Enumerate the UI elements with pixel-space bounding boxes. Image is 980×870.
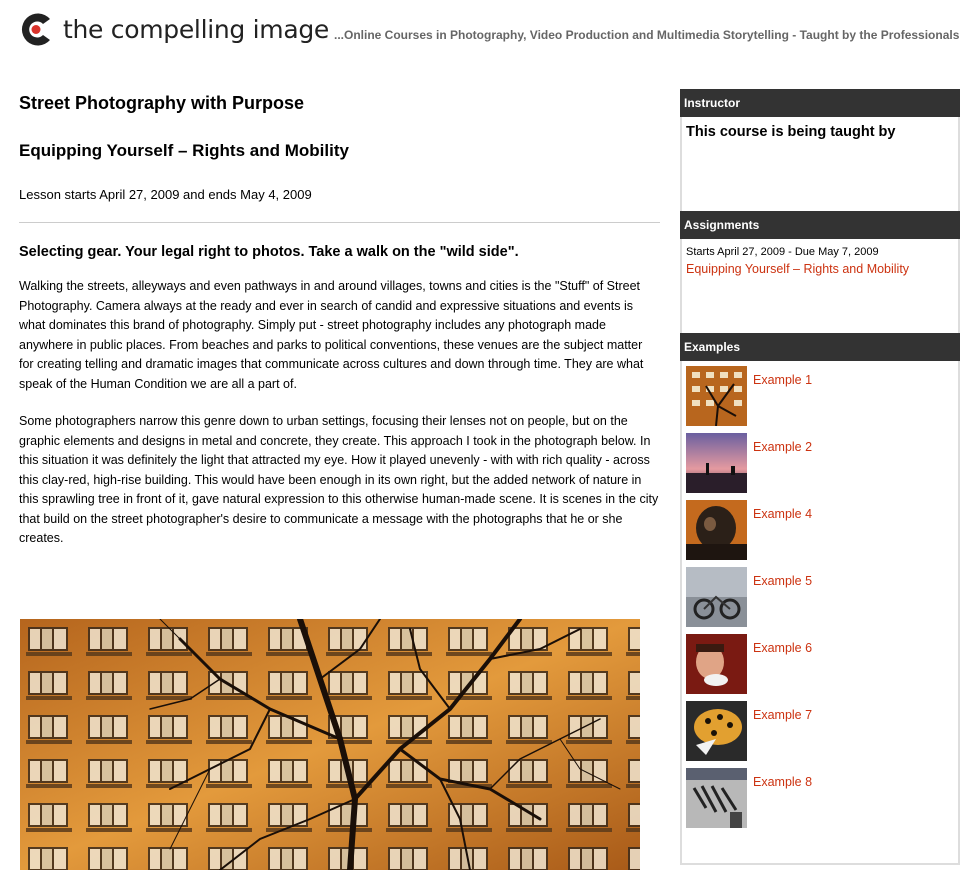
example-thumbnail[interactable] — [686, 366, 747, 426]
examples-panel: Examples Example 1 Example 2 Example 4 E… — [680, 333, 960, 865]
lesson-paragraph: Walking the streets, alleyways and even … — [19, 279, 644, 391]
example-thumbnail[interactable] — [686, 433, 747, 493]
assignments-heading: Assignments — [680, 211, 960, 239]
instructor-text: This course is being taught by — [686, 124, 896, 140]
instructor-panel: Instructor This course is being taught b… — [680, 89, 960, 219]
assignment-link[interactable]: Equipping Yourself – Rights and Mobility — [682, 258, 958, 276]
example-link[interactable]: Example 5 — [753, 574, 812, 627]
example-thumbnail[interactable] — [686, 768, 747, 828]
example-item: Example 7 — [686, 701, 812, 761]
example-link[interactable]: Example 7 — [753, 708, 812, 761]
examples-heading: Examples — [680, 333, 960, 361]
assignments-panel: Assignments Starts April 27, 2009 - Due … — [680, 211, 960, 341]
lesson-title: Equipping Yourself – Rights and Mobility — [19, 141, 349, 160]
example-item: Example 6 — [686, 634, 812, 694]
example-thumbnail[interactable] — [686, 500, 747, 560]
examples-body: Example 1 Example 2 Example 4 Example 5 … — [680, 361, 960, 865]
divider — [19, 222, 660, 223]
site-logo[interactable]: the compelling image — [19, 11, 329, 48]
example-item: Example 1 — [686, 366, 812, 426]
example-thumbnail[interactable] — [686, 701, 747, 761]
lesson-intro: Selecting gear. Your legal right to phot… — [19, 244, 519, 260]
example-item: Example 8 — [686, 768, 812, 828]
lesson-dates: Lesson starts April 27, 2009 and ends Ma… — [19, 187, 312, 202]
example-item: Example 5 — [686, 567, 812, 627]
logo-mark-icon — [19, 11, 54, 48]
example-link[interactable]: Example 6 — [753, 641, 812, 694]
instructor-heading: Instructor — [680, 89, 960, 117]
example-link[interactable]: Example 8 — [753, 775, 812, 828]
lesson-paragraph: Some photographers narrow this genre dow… — [19, 414, 659, 545]
logo-text: the compelling image — [63, 15, 329, 44]
site-tagline: ...Online Courses in Photography, Video … — [334, 28, 960, 42]
site-header: the compelling image ...Online Courses i… — [0, 0, 980, 70]
example-link[interactable]: Example 4 — [753, 507, 812, 560]
feature-photo — [20, 619, 640, 870]
instructor-body: This course is being taught by — [680, 117, 960, 219]
example-thumbnail[interactable] — [686, 634, 747, 694]
course-title: Street Photography with Purpose — [19, 93, 305, 113]
example-thumbnail[interactable] — [686, 567, 747, 627]
example-item: Example 4 — [686, 500, 812, 560]
assignments-body: Starts April 27, 2009 - Due May 7, 2009 … — [680, 239, 960, 341]
example-link[interactable]: Example 2 — [753, 440, 812, 493]
main-content: Street Photography with Purpose Equippin… — [19, 90, 660, 549]
example-item: Example 2 — [686, 433, 812, 493]
assignment-dates: Starts April 27, 2009 - Due May 7, 2009 — [686, 246, 879, 258]
example-link[interactable]: Example 1 — [753, 373, 812, 426]
